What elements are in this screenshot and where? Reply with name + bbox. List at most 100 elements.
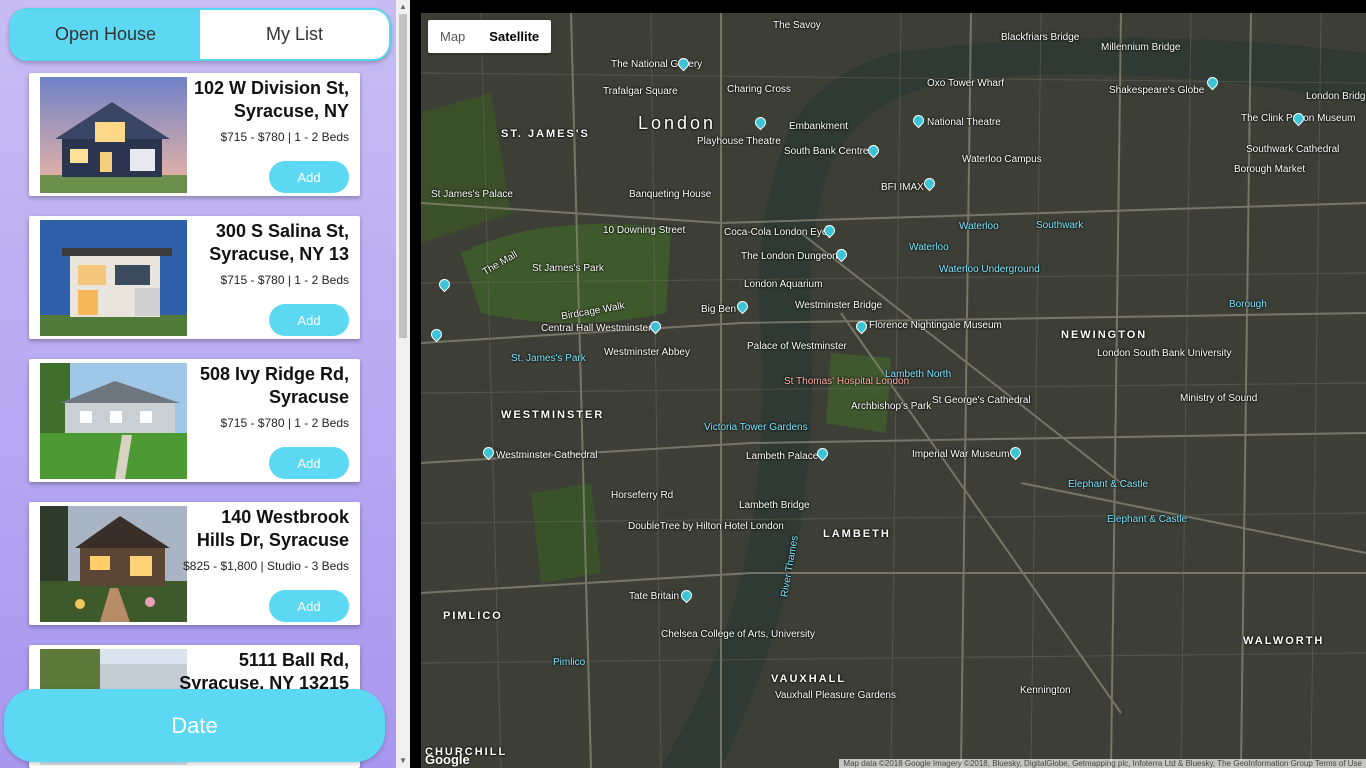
add-button[interactable]: Add [269,161,349,193]
map-type-map-button[interactable]: Map [428,20,477,53]
listing-card[interactable]: 300 S Salina St, Syracuse, NY 13 $715 - … [29,216,360,339]
map-label: National Theatre [927,117,1001,128]
map-label: Coca-Cola London Eye [724,227,828,238]
house-photo [40,220,187,336]
map-label: Borough [1229,299,1267,310]
map-view[interactable]: Map Satellite London ST. JAMES'S WESTMIN… [421,13,1366,768]
scroll-thumb[interactable] [399,14,407,338]
map-label: DoubleTree by Hilton Hotel London [628,521,784,532]
map-label: South Bank Centre [784,146,869,157]
map-label: Victoria Tower Gardens [704,422,808,433]
map-label: PIMLICO [443,610,503,622]
view-tabs: Open House My List [9,8,391,61]
map-type-control: Map Satellite [428,20,552,53]
map-attribution[interactable]: Map data ©2018 Google Imagery ©2018, Blu… [839,759,1366,768]
map-label: Horseferry Rd [611,490,674,501]
tab-my-list[interactable]: My List [200,10,389,59]
map-label: Waterloo Underground [939,264,1040,275]
map-label: Imperial War Museum [912,449,1010,460]
map-label: Vauxhall Pleasure Gardens [775,690,896,701]
map-label: Millennium Bridge [1101,42,1181,53]
map-label: The London Dungeon [741,251,838,262]
map-label: St James's Palace [431,189,513,200]
map-label: Shakespeare's Globe [1109,85,1205,96]
map-label: Archbishop's Park [851,401,932,412]
map-label: Elephant & Castle [1068,479,1149,490]
map-label: London Aquarium [744,279,823,290]
listing-scroll-area[interactable]: Open House My List 102 W Division St, Sy… [0,0,396,768]
map-label: Trafalgar Square [603,86,678,97]
map-label: St James's Park [532,263,604,274]
map-label: Elephant & Castle [1107,514,1188,525]
map-label: Westminster Cathedral [496,450,598,461]
listing-card[interactable]: 102 W Division St, Syracuse, NY $715 - $… [29,73,360,196]
map-label: Lambeth Palace [746,451,819,462]
house-photo [40,506,187,622]
house-photo [40,77,187,193]
map-label: VAUXHALL [771,673,847,685]
add-button[interactable]: Add [269,304,349,336]
map-label: The Savoy [773,20,821,31]
map-label: Kennington [1020,685,1071,696]
map-label: ST. JAMES'S [501,128,590,140]
listing-card[interactable]: 508 Ivy Ridge Rd, Syracuse $715 - $780 |… [29,359,360,482]
map-label: St George's Cathedral [932,395,1031,406]
google-logo: Google [425,752,470,767]
map-label: 10 Downing Street [603,225,686,236]
map-label: Westminster Abbey [604,347,690,358]
date-button[interactable]: Date [4,689,385,762]
map-label: Big Ben [701,304,737,315]
map-label: Palace of Westminster [747,341,847,352]
map-label: Southwark [1036,220,1084,231]
map-label: Blackfriars Bridge [1001,32,1080,43]
map-label: Borough Market [1234,164,1306,175]
satellite-imagery [421,13,1366,768]
map-label: Pimlico [553,657,586,668]
map-label: Lambeth North [885,369,952,380]
listing-cards: 102 W Division St, Syracuse, NY $715 - $… [29,73,360,768]
listing-address: 140 Westbrook Hills Dr, Syracuse [196,507,349,550]
map-label: Waterloo [909,242,949,253]
map-label: WALWORTH [1243,635,1325,647]
add-button[interactable]: Add [269,447,349,479]
add-button[interactable]: Add [269,590,349,622]
map-label: Banqueting House [629,189,712,200]
tab-open-house[interactable]: Open House [11,10,200,59]
listing-scrollbar[interactable]: ▲ ▼ [396,0,410,768]
map-label: NEWINGTON [1061,329,1148,341]
scroll-down-arrow-icon[interactable]: ▼ [396,754,410,768]
map-label: Tate Britain [629,591,680,602]
map-label: London Bridge [1306,91,1366,102]
map-label: LAMBETH [823,528,891,540]
listing-card[interactable]: 140 Westbrook Hills Dr, Syracuse $825 - … [29,502,360,625]
map-label: St. James's Park [511,353,586,364]
map-label: London [638,113,717,133]
map-label: Chelsea College of Arts, University [661,629,815,640]
map-label: BFI IMAX [881,182,924,193]
map-type-satellite-button[interactable]: Satellite [477,20,551,53]
map-label: London South Bank University [1097,348,1232,359]
map-label: Ministry of Sound [1180,393,1258,404]
map-label: Central Hall Westminster [541,323,652,334]
map-label: Florence Nightingale Museum [869,320,1002,331]
listing-price: $825 - $1,800 | Studio - 3 Beds [183,559,349,573]
map-label: Lambeth Bridge [739,500,810,511]
map-label: Waterloo Campus [962,154,1042,165]
house-photo [40,363,187,479]
listing-address: 508 Ivy Ridge Rd, Syracuse [199,364,349,407]
listing-price: $715 - $780 | 1 - 2 Beds [220,416,349,430]
listing-address: 102 W Division St, Syracuse, NY [193,78,349,121]
map-label: Waterloo [959,221,999,232]
listing-price: $715 - $780 | 1 - 2 Beds [220,273,349,287]
map-label: Playhouse Theatre [697,136,781,147]
map-label: Charing Cross [727,84,791,95]
map-label: WESTMINSTER [501,409,605,421]
listing-panel: Open House My List 102 W Division St, Sy… [0,0,410,768]
map-label: Oxo Tower Wharf [927,78,1005,89]
listing-address: 300 S Salina St, Syracuse, NY 13 [209,221,349,264]
map-label: Westminster Bridge [795,300,883,311]
scroll-up-arrow-icon[interactable]: ▲ [396,0,410,14]
map-label: Embankment [789,121,848,132]
listing-price: $715 - $780 | 1 - 2 Beds [220,130,349,144]
map-label: Southwark Cathedral [1246,144,1340,155]
